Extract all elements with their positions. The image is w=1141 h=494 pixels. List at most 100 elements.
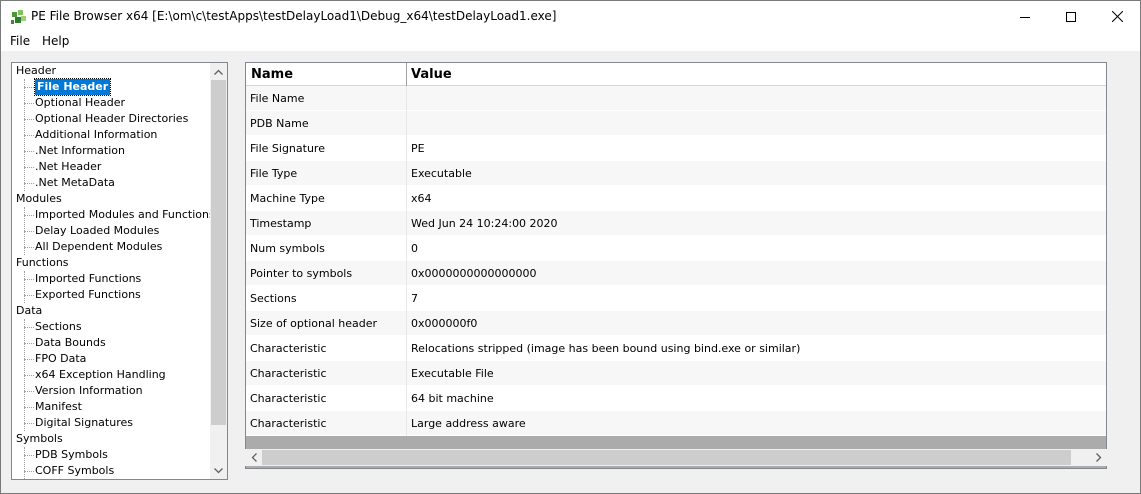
close-button[interactable]	[1094, 1, 1140, 32]
scroll-up-button[interactable]	[210, 63, 227, 80]
tree-item-coff-symbols[interactable]: COFF Symbols	[23, 463, 114, 479]
cell-name: Sections	[250, 292, 297, 305]
cell-name: PDB Name	[250, 117, 309, 130]
tree-item-imported-functions[interactable]: Imported Functions	[23, 271, 141, 287]
tree-item-net-metadata[interactable]: .Net MetaData	[24, 175, 115, 191]
cell-name: Characteristic	[250, 392, 327, 405]
grid-horizontal-scrollbar[interactable]	[245, 449, 1107, 466]
title-bar[interactable]: PE File Browser x64 [E:\om\c\testApps\te…	[1, 1, 1140, 32]
tree-item-optional-header[interactable]: Optional Header	[23, 95, 125, 111]
table-row[interactable]: Num symbols 0	[246, 236, 1106, 261]
properties-grid[interactable]: Name Value File Name PDB Name File Signa…	[245, 62, 1107, 469]
scroll-right-button[interactable]	[1090, 449, 1107, 466]
cell-name: Characteristic	[250, 417, 327, 430]
tree-item-optional-header-directories[interactable]: Optional Header Directories	[23, 111, 188, 127]
cell-name: File Signature	[250, 142, 325, 155]
tree-item-file-header[interactable]: File Header	[23, 78, 112, 96]
tree-item-sections[interactable]: Sections	[24, 319, 82, 335]
tree-item-data-bounds[interactable]: Data Bounds	[24, 335, 106, 351]
chevron-left-icon	[251, 453, 257, 462]
chevron-right-icon	[1095, 453, 1101, 462]
cell-name: Size of optional header	[250, 317, 378, 330]
cell-value: 0x0000000000000000	[406, 261, 1106, 286]
cell-value: Executable File	[406, 361, 1106, 386]
tree-item-x64-exception-handling[interactable]: x64 Exception Handling	[24, 367, 166, 383]
minimize-icon	[1020, 16, 1030, 18]
maximize-icon	[1066, 11, 1076, 22]
maximize-button[interactable]	[1048, 1, 1094, 32]
tree-item-manifest[interactable]: Manifest	[24, 399, 82, 415]
minimize-button[interactable]	[1002, 1, 1048, 32]
menu-bar: File Help	[1, 32, 1140, 51]
column-divider[interactable]	[406, 63, 407, 86]
cell-value	[406, 86, 1106, 111]
scroll-down-button[interactable]	[210, 462, 227, 479]
tree-item-net-header[interactable]: .Net Header	[23, 159, 101, 175]
cell-name: Machine Type	[250, 192, 325, 205]
cell-value: Large address aware	[406, 411, 1106, 436]
cell-name: Characteristic	[250, 367, 327, 380]
tree-item-all-dependent-modules[interactable]: All Dependent Modules	[23, 239, 162, 255]
menu-file[interactable]: File	[9, 34, 31, 48]
scroll-left-button[interactable]	[245, 449, 262, 466]
column-header-value[interactable]: Value	[411, 67, 452, 82]
tree-connector-line	[24, 447, 25, 479]
tree-scroll-thumb[interactable]	[211, 80, 226, 425]
tree-group-header[interactable]: Header	[16, 63, 56, 79]
cell-value: PE	[406, 136, 1106, 161]
navigation-tree[interactable]: Header File Header Optional Header Optio…	[11, 62, 228, 480]
cell-name: File Type	[250, 167, 298, 180]
table-row[interactable]: PDB Name	[246, 111, 1106, 136]
window-title: PE File Browser x64 [E:\om\c\testApps\te…	[31, 9, 557, 23]
chevron-down-icon	[214, 467, 223, 473]
table-row[interactable]: Size of optional header 0x000000f0	[246, 311, 1106, 336]
tree-item-imported-modules[interactable]: Imported Modules and Functions	[24, 207, 215, 223]
app-icon	[11, 10, 26, 24]
table-row[interactable]: Sections 7	[246, 286, 1106, 311]
tree-group-data[interactable]: Data	[16, 303, 42, 319]
cell-name: Characteristic	[250, 342, 327, 355]
cell-value: 0	[406, 236, 1106, 261]
table-row[interactable]: Characteristic Relocations stripped (ima…	[246, 336, 1106, 361]
table-row[interactable]: File Signature PE	[246, 136, 1106, 161]
table-row[interactable]: File Name	[246, 86, 1106, 111]
tree-item-version-information[interactable]: Version Information	[24, 383, 143, 399]
column-header-name[interactable]: Name	[251, 67, 293, 82]
tree-item-delay-loaded-modules[interactable]: Delay Loaded Modules	[23, 223, 159, 239]
menu-help[interactable]: Help	[41, 34, 70, 48]
tree-item-pdb-symbols[interactable]: PDB Symbols	[24, 447, 108, 463]
tree-group-functions[interactable]: Functions	[16, 255, 69, 271]
tree-vertical-scrollbar[interactable]	[210, 63, 227, 479]
cell-name: Num symbols	[250, 242, 325, 255]
close-icon	[1111, 11, 1123, 22]
tree-item-additional-information[interactable]: Additional Information	[23, 127, 157, 143]
cell-name: Timestamp	[250, 217, 312, 230]
cell-value: Wed Jun 24 10:24:00 2020	[406, 211, 1106, 236]
grid-scroll-thumb[interactable]	[262, 450, 1071, 465]
table-row[interactable]: File Type Executable	[246, 161, 1106, 186]
cell-value	[406, 111, 1106, 136]
chevron-up-icon	[214, 69, 223, 75]
tree-group-modules[interactable]: Modules	[16, 191, 62, 207]
tree-item-exported-functions[interactable]: Exported Functions	[24, 287, 141, 303]
tree-item-digital-signatures[interactable]: Digital Signatures	[24, 415, 133, 431]
cell-name: File Name	[250, 92, 305, 105]
table-row[interactable]: Characteristic 64 bit machine	[246, 386, 1106, 411]
table-row[interactable]: Characteristic Executable File	[246, 361, 1106, 386]
tree-item-net-information[interactable]: .Net Information	[24, 143, 125, 159]
cell-value: Relocations stripped (image has been bou…	[406, 336, 1106, 361]
table-row[interactable]: Machine Type x64	[246, 186, 1106, 211]
cell-name: Pointer to symbols	[250, 267, 353, 280]
tree-item-fpo-data[interactable]: FPO Data	[23, 351, 86, 367]
tree-connector-line	[24, 271, 25, 303]
main-window: PE File Browser x64 [E:\om\c\testApps\te…	[0, 0, 1141, 494]
cell-value: 7	[406, 286, 1106, 311]
table-row[interactable]: Characteristic Large address aware	[246, 411, 1106, 436]
cell-value: x64	[406, 186, 1106, 211]
cell-value: Executable	[406, 161, 1106, 186]
table-row[interactable]: Pointer to symbols 0x0000000000000000	[246, 261, 1106, 286]
grid-header: Name Value	[246, 63, 1106, 86]
table-row[interactable]: Timestamp Wed Jun 24 10:24:00 2020	[246, 211, 1106, 236]
cell-value: 64 bit machine	[406, 386, 1106, 411]
tree-group-symbols[interactable]: Symbols	[16, 431, 63, 447]
